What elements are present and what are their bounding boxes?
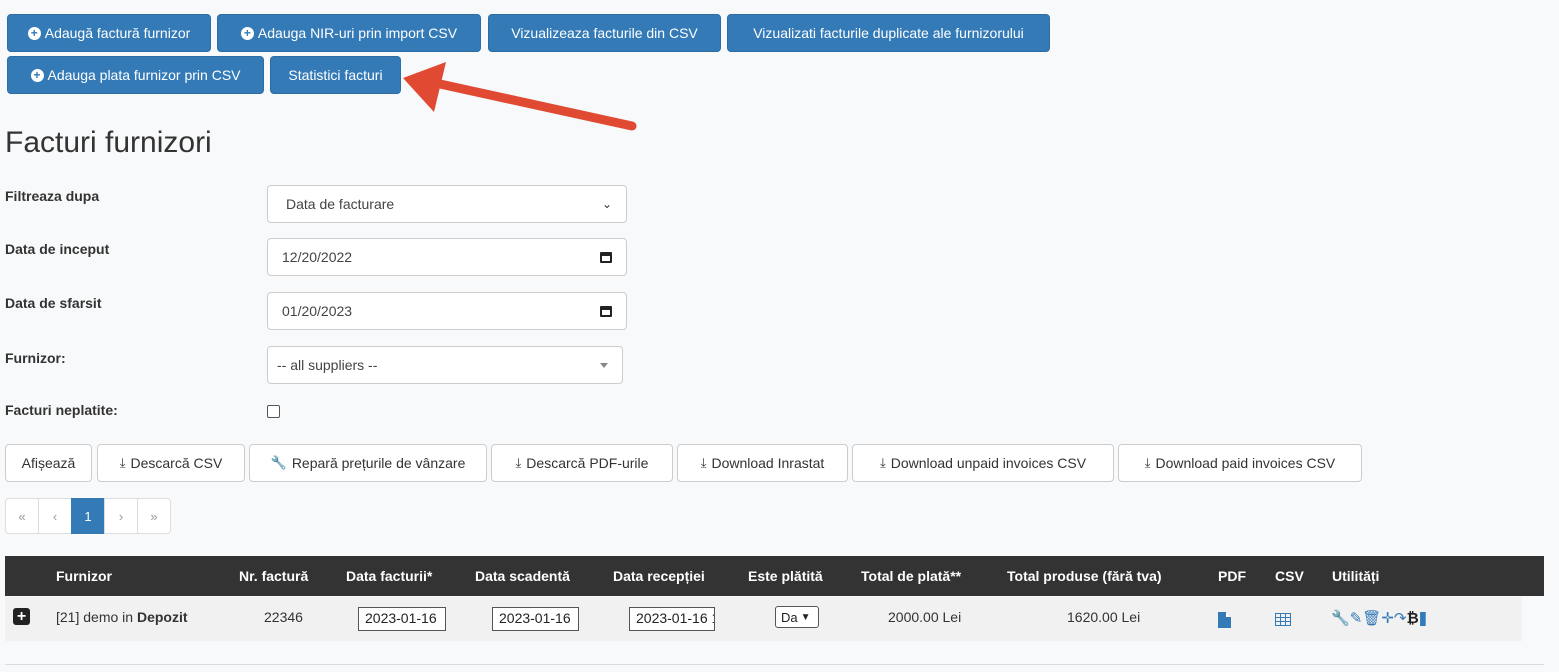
col-due-date[interactable]: Data scadentă [475,568,570,584]
unpaid-invoices-checkbox[interactable] [267,405,280,418]
edit-icon[interactable]: ✎ [1350,610,1363,627]
page-last[interactable]: » [137,498,171,534]
fix-prices-button[interactable]: 🔧 Repară prețurile de vânzare [249,444,487,482]
filter-by-select[interactable]: Data de facturare ⌄ [267,185,627,223]
utilities-cell: 🔧✎🗑✛↷₿|||||| [1331,609,1428,627]
col-is-paid[interactable]: Este plătită [748,568,823,584]
calendar-icon[interactable] [600,305,612,317]
add-nir-csv-button[interactable]: + Adauga NIR-uri prin import CSV [217,14,481,52]
trash-icon[interactable]: 🗑 [1362,610,1381,627]
download-icon: ⤓ [700,455,707,470]
add-payment-csv-button[interactable]: + Adauga plata furnizor prin CSV [7,56,264,94]
col-csv: CSV [1275,568,1304,584]
invoice-statistics-button[interactable]: Statistici facturi [270,56,401,94]
page-first[interactable]: « [5,498,39,534]
page-current[interactable]: 1 [71,498,105,534]
add-invoice-button[interactable]: + Adaugă factură furnizor [7,14,211,52]
calendar-icon[interactable] [600,251,612,263]
start-date-label: Data de inceput [5,241,110,257]
start-date-input[interactable]: 12/20/2022 [267,238,627,276]
view-csv-invoices-button[interactable]: Vizualizeaza facturile din CSV [488,14,721,52]
col-pdf: PDF [1218,568,1246,584]
download-icon: ⤓ [879,455,886,470]
col-supplier[interactable]: Furnizor [56,568,112,584]
share-icon[interactable]: ↷ [1394,610,1407,627]
end-date-input[interactable]: 01/20/2023 [267,292,627,330]
barcode-icon[interactable]: |||||| [1419,610,1428,627]
col-utilities: Utilități [1332,568,1380,584]
move-icon[interactable]: ✛ [1381,610,1394,627]
chevron-down-icon: ▼ [800,611,811,623]
bitcoin-icon[interactable]: ₿ [1406,610,1418,627]
filter-by-label: Filtreaza dupa [5,188,100,204]
download-csv-button[interactable]: ⤓ Descarcă CSV [97,444,245,482]
wrench-icon: 🔧 [270,455,287,470]
download-inrastat-button[interactable]: ⤓ Download Inrastat [677,444,848,482]
supplier-label: Furnizor: [5,350,66,366]
table-header: Furnizor Nr. factură Data facturii* Data… [5,556,1544,596]
total-pay-cell: 2000.00 Lei [888,609,962,625]
page-next[interactable]: › [104,498,138,534]
plus-circle-icon: + [240,26,254,40]
col-invoice-nr[interactable]: Nr. factură [239,568,308,584]
col-invoice-date[interactable]: Data facturii* [346,568,432,584]
unpaid-invoices-label: Facturi neplatite: [5,402,118,418]
pagination: « ‹ 1 › » [5,498,171,534]
page-title: Facturi furnizori [5,126,212,159]
plus-square-icon[interactable]: + [13,608,30,625]
file-icon[interactable] [1218,612,1231,628]
download-paid-csv-button[interactable]: ⤓ Download paid invoices CSV [1118,444,1362,482]
show-button[interactable]: Afișează [5,444,92,482]
divider [5,664,1544,665]
chevron-down-icon: ⌄ [601,197,612,211]
table-icon[interactable] [1275,613,1291,626]
invoice-date-input[interactable]: 2023-01-16 [358,607,446,631]
col-total-pay[interactable]: Total de plată** [861,568,961,584]
download-unpaid-csv-button[interactable]: ⤓ Download unpaid invoices CSV [852,444,1114,482]
wrench-icon[interactable]: 🔧 [1331,610,1350,627]
end-date-label: Data de sfarsit [5,295,102,311]
download-icon: ⤓ [119,455,126,470]
reception-date-input[interactable]: 2023-01-16 1 [629,607,715,631]
col-total-products[interactable]: Total produse (fără tva) [1007,568,1162,584]
invoice-nr-cell: 22346 [264,609,303,625]
is-paid-select[interactable]: Da ▼ [775,606,819,628]
plus-circle-icon: + [30,68,44,82]
table-row: + [21] demo in Depozit 22346 2023-01-16 … [5,597,1522,641]
supplier-cell: [21] demo in Depozit [56,609,188,625]
page-prev[interactable]: ‹ [38,498,72,534]
view-duplicate-invoices-button[interactable]: Vizualizati facturile duplicate ale furn… [727,14,1050,52]
caret-down-icon [600,362,608,368]
plus-circle-icon: + [27,26,41,40]
col-reception-date[interactable]: Data recepției [613,568,705,584]
download-icon: ⤓ [515,455,522,470]
total-products-cell: 1620.00 Lei [1067,609,1141,625]
download-pdfs-button[interactable]: ⤓ Descarcă PDF-urile [491,444,673,482]
due-date-input[interactable]: 2023-01-16 [492,607,579,631]
download-icon: ⤓ [1144,455,1151,470]
supplier-select[interactable]: -- all suppliers -- [267,346,623,384]
